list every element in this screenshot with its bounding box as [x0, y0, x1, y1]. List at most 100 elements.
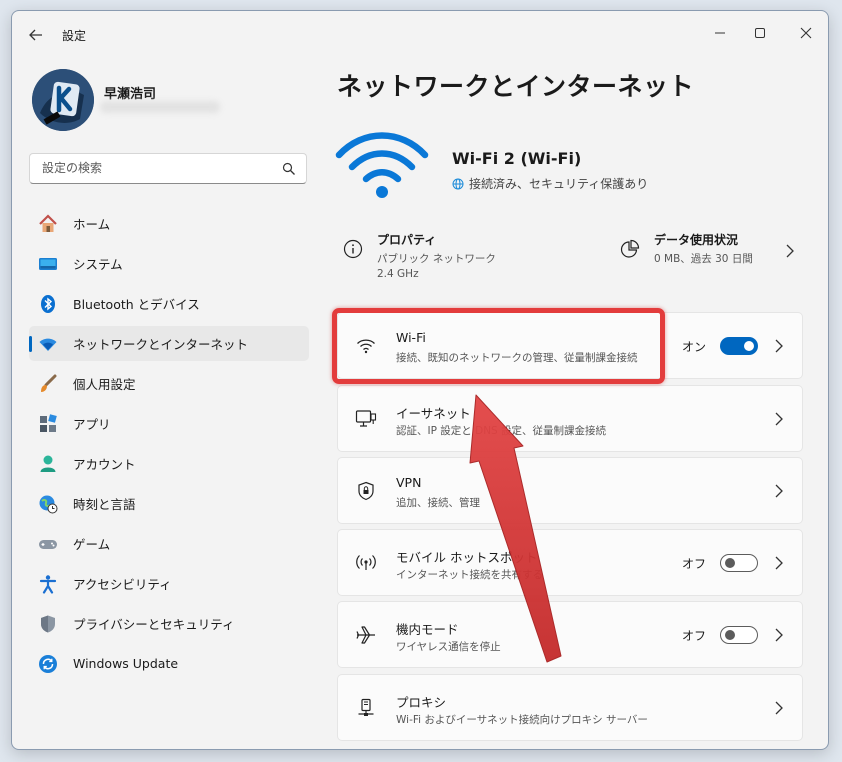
vpn-card[interactable]: VPN 追加、接続、管理: [337, 457, 803, 524]
apps-icon: [37, 413, 59, 435]
airplane-mode-card[interactable]: 機内モード ワイヤレス通信を停止 オフ: [337, 601, 803, 668]
close-button[interactable]: [792, 21, 820, 45]
sidebar-item-label: ネットワークとインターネット: [73, 337, 249, 352]
sidebar-item-accounts[interactable]: アカウント: [29, 446, 309, 481]
sidebar-item-network[interactable]: ネットワークとインターネット: [29, 326, 309, 361]
hotspot-state-label: オフ: [681, 557, 706, 571]
hotspot-card[interactable]: モバイル ホットスポット インターネット接続を共有する オフ: [337, 529, 803, 596]
wifi-status-icon: [335, 132, 429, 198]
card-subtitle: ワイヤレス通信を停止: [396, 641, 501, 653]
sidebar-item-personalization[interactable]: 個人用設定: [29, 366, 309, 401]
connection-status-text: 接続済み、セキュリティ保護あり: [469, 177, 649, 191]
airplane-mode-toggle[interactable]: [720, 626, 758, 644]
card-subtitle: 接続、既知のネットワークの管理、従量制課金接続: [396, 352, 638, 364]
maximize-button[interactable]: [746, 21, 774, 45]
minimize-icon: [715, 32, 725, 34]
ethernet-icon: [354, 407, 378, 431]
shield-icon: [37, 613, 59, 635]
sidebar-item-label: システム: [73, 257, 123, 272]
sidebar-item-apps[interactable]: アプリ: [29, 406, 309, 441]
card-title: プロキシ: [396, 695, 447, 710]
minimize-button[interactable]: [706, 21, 734, 45]
sidebar-item-label: アプリ: [73, 417, 111, 432]
sidebar-item-privacy[interactable]: プライバシーとセキュリティ: [29, 606, 309, 641]
proxy-card[interactable]: プロキシ Wi-Fi およびイーサネット接続向けプロキシ サーバー: [337, 674, 803, 741]
wifi-card[interactable]: Wi-Fi 接続、既知のネットワークの管理、従量制課金接続 オン: [337, 312, 803, 379]
chevron-right-icon: [775, 412, 783, 426]
sidebar-item-bluetooth[interactable]: Bluetooth とデバイス: [29, 286, 309, 321]
sidebar-item-system[interactable]: システム: [29, 246, 309, 281]
card-subtitle: 認証、IP 設定と DNS 設定、従量制課金接続: [396, 425, 607, 437]
back-arrow-icon: [29, 29, 42, 41]
chevron-right-icon: [775, 339, 783, 353]
time-language-icon: [37, 493, 59, 515]
maximize-icon: [755, 28, 765, 38]
card-title: イーサネット: [396, 406, 471, 421]
update-icon: [37, 653, 59, 675]
sidebar-item-time-language[interactable]: 時刻と言語: [29, 486, 309, 521]
info-icon: [341, 237, 365, 261]
search-icon[interactable]: [282, 162, 296, 176]
properties-link[interactable]: プロパティ パブリック ネットワーク 2.4 GHz: [341, 231, 496, 282]
brush-icon: [37, 373, 59, 395]
sidebar-item-label: Windows Update: [73, 656, 179, 671]
wifi-state-label: オン: [681, 340, 706, 354]
network-icon: [37, 333, 59, 355]
data-usage-link[interactable]: データ使用状況 0 MB、過去 30 日間: [618, 231, 753, 267]
pie-chart-icon: [618, 237, 642, 261]
data-usage-title: データ使用状況: [654, 233, 739, 247]
card-subtitle: インターネット接続を共有する: [396, 569, 543, 581]
airplane-state-label: オフ: [681, 629, 706, 643]
hotspot-toggle[interactable]: [720, 554, 758, 572]
card-title: VPN: [396, 475, 422, 490]
user-name: 早瀬浩司: [104, 87, 157, 102]
sidebar-item-label: 時刻と言語: [73, 497, 136, 512]
page-title: ネットワークとインターネット: [337, 72, 695, 101]
sidebar-item-gaming[interactable]: ゲーム: [29, 526, 309, 561]
search-box[interactable]: [29, 153, 307, 184]
card-subtitle: 追加、接続、管理: [396, 497, 480, 509]
globe-icon: [452, 178, 464, 189]
sidebar-item-accessibility[interactable]: アクセシビリティ: [29, 566, 309, 601]
network-band: 2.4 GHz: [377, 268, 419, 281]
accessibility-icon: [37, 573, 59, 595]
connection-status: 接続済み、セキュリティ保護あり: [452, 175, 648, 192]
connection-name: Wi-Fi 2 (Wi-Fi): [452, 149, 582, 168]
home-icon: [37, 213, 59, 235]
ethernet-card[interactable]: イーサネット 認証、IP 設定と DNS 設定、従量制課金接続: [337, 385, 803, 452]
hotspot-icon: [354, 551, 378, 575]
sidebar-item-label: Bluetooth とデバイス: [73, 297, 200, 312]
user-email-redacted: [100, 101, 220, 113]
card-title: 機内モード: [396, 622, 459, 637]
close-icon: [800, 27, 812, 39]
chevron-right-icon: [775, 484, 783, 498]
proxy-icon: [354, 696, 378, 720]
airplane-icon: [354, 623, 378, 647]
vpn-shield-icon: [354, 479, 378, 503]
window-title: 設定: [62, 29, 87, 43]
sidebar-item-windows-update[interactable]: Windows Update: [29, 646, 309, 681]
network-type: パブリック ネットワーク: [377, 253, 496, 265]
settings-window: 設定 早瀬浩司 ホーム: [11, 10, 829, 750]
avatar-image-icon: [32, 69, 94, 131]
account-icon: [37, 453, 59, 475]
sidebar-item-home[interactable]: ホーム: [29, 206, 309, 241]
sidebar-item-label: アクセシビリティ: [73, 577, 172, 592]
chevron-right-icon: [775, 556, 783, 570]
gamepad-icon: [37, 533, 59, 555]
wifi-icon: [354, 334, 378, 358]
card-subtitle: Wi-Fi およびイーサネット接続向けプロキシ サーバー: [396, 714, 648, 726]
chevron-right-icon[interactable]: [785, 244, 795, 258]
sidebar-item-label: 個人用設定: [73, 377, 136, 392]
sidebar-item-label: プライバシーとセキュリティ: [73, 617, 235, 632]
properties-title: プロパティ: [377, 233, 437, 247]
bluetooth-icon: [37, 293, 59, 315]
search-input[interactable]: [40, 160, 274, 176]
system-icon: [37, 253, 59, 275]
chevron-right-icon: [775, 701, 783, 715]
wifi-toggle[interactable]: [720, 337, 758, 355]
avatar[interactable]: [32, 69, 94, 131]
card-title: Wi-Fi: [396, 330, 426, 345]
back-button[interactable]: [26, 25, 46, 45]
data-usage-detail: 0 MB、過去 30 日間: [654, 253, 753, 265]
